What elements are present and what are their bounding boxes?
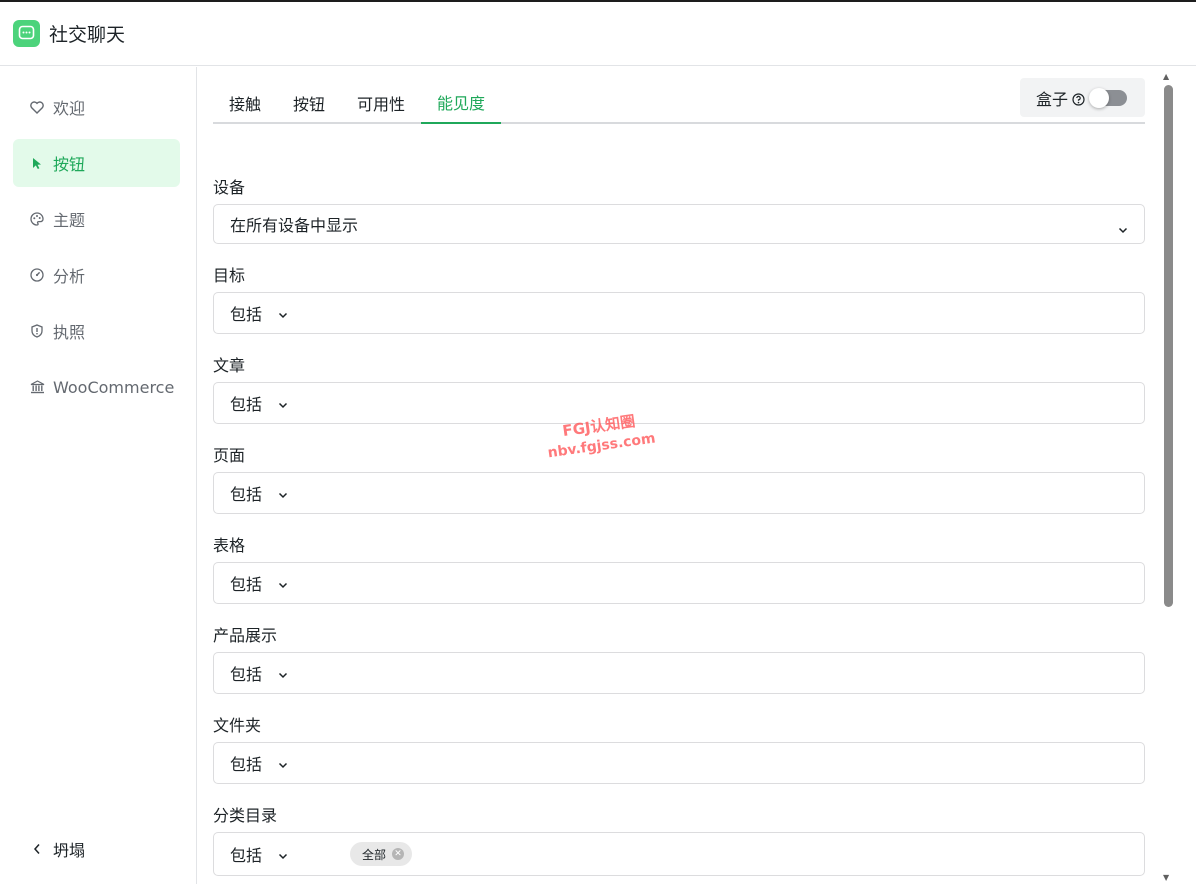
chevron-down-icon xyxy=(1118,219,1128,238)
sidebar-item-buttons[interactable]: 按钮 xyxy=(13,139,180,187)
tab-bar: 接触 按钮 可用性 能见度 xyxy=(213,81,1145,124)
sidebar-item-license[interactable]: 执照 xyxy=(13,307,180,355)
shield-icon xyxy=(29,323,45,339)
targets-label: 目标 xyxy=(213,266,246,285)
scroll-down-arrow-icon[interactable]: ▼ xyxy=(1163,873,1169,882)
cursor-icon xyxy=(29,155,45,171)
palette-icon xyxy=(29,211,45,227)
categories-label: 分类目录 xyxy=(213,806,278,825)
targets-field[interactable]: 包括 xyxy=(213,292,1145,334)
chevron-down-icon xyxy=(278,574,288,593)
posts-mode-value: 包括 xyxy=(230,395,263,414)
sidebar-item-label: WooCommerce xyxy=(53,377,175,397)
pages-label: 页面 xyxy=(213,446,246,465)
categories-field[interactable]: 包括 全部 ✕ xyxy=(213,832,1145,876)
category-tag-label: 全部 xyxy=(362,847,387,862)
toggle-knob xyxy=(1089,87,1110,108)
tab-contact[interactable]: 接触 xyxy=(213,81,277,124)
chevron-down-icon xyxy=(278,845,288,864)
folders-field[interactable]: 包括 xyxy=(213,742,1145,784)
sidebar-item-woocommerce[interactable]: WooCommerce xyxy=(13,363,180,411)
chevron-down-icon xyxy=(278,664,288,683)
tab-visibility[interactable]: 能见度 xyxy=(421,81,501,124)
pages-mode-value: 包括 xyxy=(230,485,263,504)
category-tag: 全部 ✕ xyxy=(350,842,413,866)
box-toggle-switch[interactable] xyxy=(1089,87,1128,108)
sidebar-item-label: 按钮 xyxy=(53,155,86,174)
chevron-down-icon xyxy=(278,394,288,413)
box-toggle-label: 盒子 xyxy=(1036,89,1069,109)
app-title: 社交聊天 xyxy=(49,24,126,46)
chevron-down-icon xyxy=(278,754,288,773)
chevron-down-icon xyxy=(278,484,288,503)
folders-label: 文件夹 xyxy=(213,716,262,735)
scroll-up-arrow-icon[interactable]: ▲ xyxy=(1163,72,1169,81)
pages-mode-select[interactable]: 包括 xyxy=(230,481,328,505)
help-icon[interactable] xyxy=(1072,91,1085,106)
tab-buttons[interactable]: 按钮 xyxy=(277,81,341,124)
forms-label: 表格 xyxy=(213,536,246,555)
collapse-label: 坍塌 xyxy=(53,841,86,860)
posts-field[interactable]: 包括 xyxy=(213,382,1145,424)
devices-select[interactable]: 在所有设备中显示 xyxy=(213,204,1145,244)
gauge-icon xyxy=(29,267,45,283)
sidebar: 欢迎 按钮 主题 分析 执照 WooCommerce 坍塌 xyxy=(0,67,197,884)
app-header: 社交聊天 xyxy=(0,2,1196,66)
sidebar-item-label: 执照 xyxy=(53,323,86,342)
devices-label: 设备 xyxy=(213,178,246,197)
sidebar-item-label: 主题 xyxy=(53,211,86,230)
tab-availability[interactable]: 可用性 xyxy=(341,81,421,124)
products-label: 产品展示 xyxy=(213,626,278,645)
scrollbar-thumb[interactable] xyxy=(1164,85,1173,607)
sidebar-item-themes[interactable]: 主题 xyxy=(13,195,180,243)
products-mode-select[interactable]: 包括 xyxy=(230,661,328,685)
sidebar-item-analytics[interactable]: 分析 xyxy=(13,251,180,299)
chevron-down-icon xyxy=(278,304,288,323)
sidebar-item-label: 欢迎 xyxy=(53,99,86,118)
targets-mode-value: 包括 xyxy=(230,305,263,324)
folders-mode-value: 包括 xyxy=(230,755,263,774)
categories-mode-select[interactable]: 包括 xyxy=(230,842,328,866)
devices-value: 在所有设备中显示 xyxy=(230,216,359,235)
targets-mode-select[interactable]: 包括 xyxy=(230,301,328,325)
heart-icon xyxy=(29,99,45,115)
sidebar-item-label: 分析 xyxy=(53,267,86,286)
pages-field[interactable]: 包括 xyxy=(213,472,1145,514)
chevron-left-icon xyxy=(29,841,45,857)
main-content: 接触 按钮 可用性 能见度 盒子 设备 在所有设备中显示 目标 包括 文章 包括… xyxy=(197,67,1161,884)
bank-icon xyxy=(29,379,45,395)
forms-mode-select[interactable]: 包括 xyxy=(230,571,328,595)
forms-mode-value: 包括 xyxy=(230,575,263,594)
collapse-sidebar-button[interactable]: 坍塌 xyxy=(13,831,85,867)
folders-mode-select[interactable]: 包括 xyxy=(230,751,328,775)
products-mode-value: 包括 xyxy=(230,665,263,684)
forms-field[interactable]: 包括 xyxy=(213,562,1145,604)
posts-mode-select[interactable]: 包括 xyxy=(230,391,328,415)
products-field[interactable]: 包括 xyxy=(213,652,1145,694)
remove-tag-icon[interactable]: ✕ xyxy=(392,848,405,860)
box-toggle-panel: 盒子 xyxy=(1020,78,1145,117)
posts-label: 文章 xyxy=(213,356,246,375)
categories-mode-value: 包括 xyxy=(230,846,263,865)
sidebar-item-welcome[interactable]: 欢迎 xyxy=(13,83,180,131)
chat-bubble-icon xyxy=(13,20,40,47)
